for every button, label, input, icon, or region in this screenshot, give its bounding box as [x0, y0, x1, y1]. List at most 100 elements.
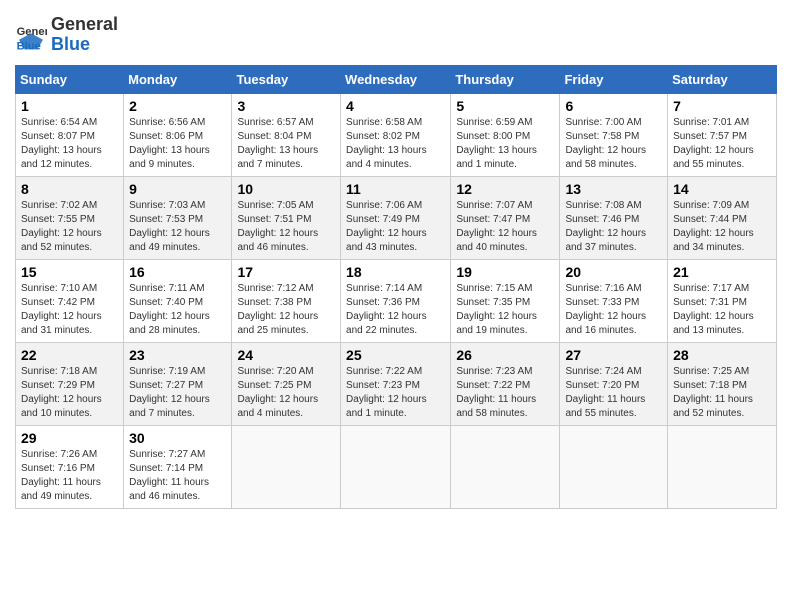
- day-number: 22: [21, 347, 118, 363]
- day-number: 13: [565, 181, 662, 197]
- day-number: 16: [129, 264, 226, 280]
- day-info: Sunrise: 7:27 AMSunset: 7:14 PMDaylight:…: [129, 448, 226, 504]
- day-info: Sunrise: 7:24 AMSunset: 7:20 PMDaylight:…: [565, 365, 662, 421]
- day-number: 11: [346, 181, 445, 197]
- calendar-cell: 2Sunrise: 6:56 AMSunset: 8:06 PMDaylight…: [124, 93, 232, 176]
- header-thursday: Thursday: [451, 65, 560, 93]
- calendar-cell: 19 Sunrise: 7:15 AMSunset: 7:35 PMDayligh…: [451, 259, 560, 342]
- day-info: Sunrise: 7:15 AMSunset: 7:35 PMDaylight:…: [456, 282, 554, 338]
- calendar-cell: 26 Sunrise: 7:23 AMSunset: 7:22 PMDayligh…: [451, 342, 560, 425]
- calendar-table: SundayMondayTuesdayWednesdayThursdayFrid…: [15, 65, 777, 509]
- calendar-cell: 27 Sunrise: 7:24 AMSunset: 7:20 PMDayligh…: [560, 342, 668, 425]
- day-info: Sunrise: 7:07 AMSunset: 7:47 PMDaylight:…: [456, 199, 554, 255]
- day-info: Sunrise: 7:02 AMSunset: 7:55 PMDaylight:…: [21, 199, 118, 255]
- calendar-cell: 17Sunrise: 7:12 AMSunset: 7:38 PMDayligh…: [232, 259, 341, 342]
- calendar-cell: 12 Sunrise: 7:07 AMSunset: 7:47 PMDayligh…: [451, 176, 560, 259]
- day-number: 20: [565, 264, 662, 280]
- calendar-cell: 18Sunrise: 7:14 AMSunset: 7:36 PMDayligh…: [341, 259, 451, 342]
- day-number: 19: [456, 264, 554, 280]
- calendar-cell: 14 Sunrise: 7:09 AMSunset: 7:44 PMDayligh…: [668, 176, 777, 259]
- calendar-cell: 13 Sunrise: 7:08 AMSunset: 7:46 PMDayligh…: [560, 176, 668, 259]
- day-number: 24: [237, 347, 335, 363]
- day-number: 5: [456, 98, 554, 114]
- logo-blue: Blue: [51, 35, 118, 55]
- day-info: Sunrise: 7:22 AMSunset: 7:23 PMDaylight:…: [346, 365, 445, 421]
- calendar-cell: 21 Sunrise: 7:17 AMSunset: 7:31 PMDayligh…: [668, 259, 777, 342]
- header-friday: Friday: [560, 65, 668, 93]
- calendar-cell: 1Sunrise: 6:54 AMSunset: 8:07 PMDaylight…: [16, 93, 124, 176]
- calendar-cell: 23 Sunrise: 7:19 AMSunset: 7:27 PMDayligh…: [124, 342, 232, 425]
- calendar-cell: 4 Sunrise: 6:58 AMSunset: 8:02 PMDaylight…: [341, 93, 451, 176]
- calendar-week-3: 15 Sunrise: 7:10 AMSunset: 7:42 PMDayligh…: [16, 259, 777, 342]
- day-info: Sunrise: 7:10 AMSunset: 7:42 PMDaylight:…: [21, 282, 118, 338]
- day-number: 21: [673, 264, 771, 280]
- header-sunday: Sunday: [16, 65, 124, 93]
- day-number: 15: [21, 264, 118, 280]
- calendar-week-1: 1Sunrise: 6:54 AMSunset: 8:07 PMDaylight…: [16, 93, 777, 176]
- calendar-cell: 24Sunrise: 7:20 AMSunset: 7:25 PMDayligh…: [232, 342, 341, 425]
- calendar-cell: 16 Sunrise: 7:11 AMSunset: 7:40 PMDayligh…: [124, 259, 232, 342]
- day-info: Sunrise: 7:26 AMSunset: 7:16 PMDaylight:…: [21, 448, 118, 504]
- calendar-cell: [560, 425, 668, 508]
- day-number: 7: [673, 98, 771, 114]
- header-monday: Monday: [124, 65, 232, 93]
- day-info: Sunrise: 7:19 AMSunset: 7:27 PMDaylight:…: [129, 365, 226, 421]
- calendar-cell: 30 Sunrise: 7:27 AMSunset: 7:14 PMDayligh…: [124, 425, 232, 508]
- calendar-cell: [668, 425, 777, 508]
- day-info: Sunrise: 7:16 AMSunset: 7:33 PMDaylight:…: [565, 282, 662, 338]
- day-info: Sunrise: 7:25 AMSunset: 7:18 PMDaylight:…: [673, 365, 771, 421]
- calendar-week-4: 22 Sunrise: 7:18 AMSunset: 7:29 PMDayligh…: [16, 342, 777, 425]
- day-number: 29: [21, 430, 118, 446]
- calendar-cell: 22 Sunrise: 7:18 AMSunset: 7:29 PMDayligh…: [16, 342, 124, 425]
- day-info: Sunrise: 6:59 AMSunset: 8:00 PMDaylight:…: [456, 116, 554, 172]
- day-number: 12: [456, 181, 554, 197]
- day-info: Sunrise: 7:00 AMSunset: 7:58 PMDaylight:…: [565, 116, 662, 172]
- day-info: Sunrise: 7:08 AMSunset: 7:46 PMDaylight:…: [565, 199, 662, 255]
- header-tuesday: Tuesday: [232, 65, 341, 93]
- calendar-cell: 25Sunrise: 7:22 AMSunset: 7:23 PMDayligh…: [341, 342, 451, 425]
- day-info: Sunrise: 6:58 AMSunset: 8:02 PMDaylight:…: [346, 116, 445, 172]
- calendar-cell: 8 Sunrise: 7:02 AMSunset: 7:55 PMDaylight…: [16, 176, 124, 259]
- day-number: 30: [129, 430, 226, 446]
- day-number: 26: [456, 347, 554, 363]
- calendar-week-5: 29 Sunrise: 7:26 AMSunset: 7:16 PMDayligh…: [16, 425, 777, 508]
- calendar-cell: 6 Sunrise: 7:00 AMSunset: 7:58 PMDaylight…: [560, 93, 668, 176]
- calendar-cell: 9Sunrise: 7:03 AMSunset: 7:53 PMDaylight…: [124, 176, 232, 259]
- day-number: 28: [673, 347, 771, 363]
- day-number: 6: [565, 98, 662, 114]
- header-saturday: Saturday: [668, 65, 777, 93]
- day-info: Sunrise: 6:56 AMSunset: 8:06 PMDaylight:…: [129, 116, 226, 172]
- day-info: Sunrise: 7:23 AMSunset: 7:22 PMDaylight:…: [456, 365, 554, 421]
- svg-text:Blue: Blue: [17, 40, 41, 51]
- day-number: 8: [21, 181, 118, 197]
- logo-general: General: [51, 14, 118, 34]
- calendar-header-row: SundayMondayTuesdayWednesdayThursdayFrid…: [16, 65, 777, 93]
- day-number: 9: [129, 181, 226, 197]
- page-header: General Blue General Blue: [15, 15, 777, 55]
- day-info: Sunrise: 7:11 AMSunset: 7:40 PMDaylight:…: [129, 282, 226, 338]
- calendar-week-2: 8 Sunrise: 7:02 AMSunset: 7:55 PMDaylight…: [16, 176, 777, 259]
- day-number: 17: [237, 264, 335, 280]
- day-info: Sunrise: 7:17 AMSunset: 7:31 PMDaylight:…: [673, 282, 771, 338]
- day-number: 14: [673, 181, 771, 197]
- calendar-cell: 20 Sunrise: 7:16 AMSunset: 7:33 PMDayligh…: [560, 259, 668, 342]
- calendar-cell: [341, 425, 451, 508]
- day-number: 27: [565, 347, 662, 363]
- calendar-cell: 10Sunrise: 7:05 AMSunset: 7:51 PMDayligh…: [232, 176, 341, 259]
- calendar-cell: 15 Sunrise: 7:10 AMSunset: 7:42 PMDayligh…: [16, 259, 124, 342]
- day-info: Sunrise: 6:57 AMSunset: 8:04 PMDaylight:…: [237, 116, 335, 172]
- day-info: Sunrise: 7:09 AMSunset: 7:44 PMDaylight:…: [673, 199, 771, 255]
- calendar-cell: 29 Sunrise: 7:26 AMSunset: 7:16 PMDayligh…: [16, 425, 124, 508]
- day-info: Sunrise: 7:01 AMSunset: 7:57 PMDaylight:…: [673, 116, 771, 172]
- day-info: Sunrise: 6:54 AMSunset: 8:07 PMDaylight:…: [21, 116, 118, 172]
- day-number: 3: [237, 98, 335, 114]
- logo-icon: General Blue: [15, 19, 47, 51]
- calendar-cell: 11Sunrise: 7:06 AMSunset: 7:49 PMDayligh…: [341, 176, 451, 259]
- calendar-cell: 3 Sunrise: 6:57 AMSunset: 8:04 PMDaylight…: [232, 93, 341, 176]
- day-number: 4: [346, 98, 445, 114]
- calendar-cell: [451, 425, 560, 508]
- day-number: 23: [129, 347, 226, 363]
- day-info: Sunrise: 7:05 AMSunset: 7:51 PMDaylight:…: [237, 199, 335, 255]
- day-info: Sunrise: 7:18 AMSunset: 7:29 PMDaylight:…: [21, 365, 118, 421]
- header-wednesday: Wednesday: [341, 65, 451, 93]
